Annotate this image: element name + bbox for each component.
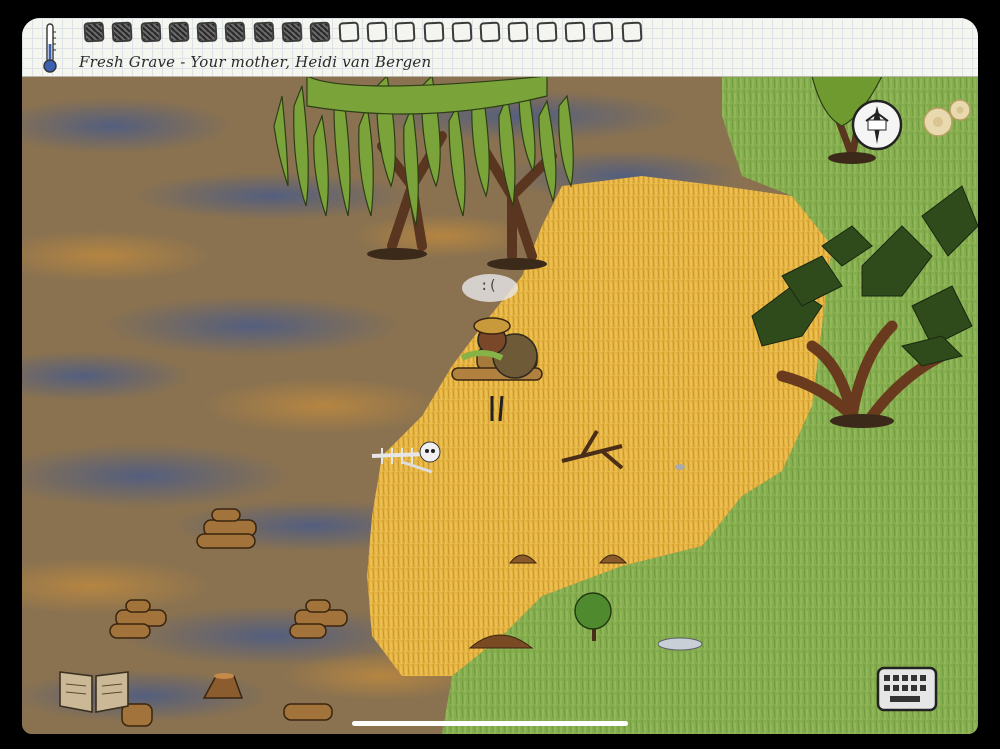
device-frame: Fresh Grave - Your mother, Heidi van Ber… [0,0,1000,749]
food-pip-empty [536,21,558,43]
food-pip-filled [281,21,303,43]
straw-hat [473,317,511,335]
food-pip-empty [479,21,501,43]
food-pip-filled [111,21,133,43]
food-pip-filled [224,21,246,43]
food-pip-filled [168,21,190,43]
keyboard-icon[interactable] [876,666,938,712]
food-meter [83,21,643,46]
food-pip-empty [394,21,416,43]
thermometer-icon [43,23,57,73]
food-pip-filled [140,21,162,43]
game-screen: Fresh Grave - Your mother, Heidi van Ber… [22,18,978,734]
food-pip-filled [309,21,331,43]
food-pip-empty [338,21,360,43]
home-indicator[interactable] [352,721,628,726]
food-pip-filled [196,21,218,43]
game-world[interactable]: :( [22,76,978,734]
emote-text: :( [480,278,497,294]
food-pip-empty [564,21,586,43]
food-pip-empty [451,21,473,43]
gear-icon[interactable] [918,94,974,140]
food-pip-empty [621,21,643,43]
top-hud: Fresh Grave - Your mother, Heidi van Ber… [22,18,978,77]
status-message: Fresh Grave - Your mother, Heidi van Ber… [79,53,432,71]
flat-rock [657,637,703,651]
food-pip-empty [507,21,529,43]
home-compass-icon[interactable] [850,98,904,152]
food-pip-empty [366,21,388,43]
food-pip-empty [592,21,614,43]
food-pip-filled [83,21,105,43]
food-pip-filled [253,21,275,43]
tech-book-icon[interactable] [56,666,132,716]
small-rock [675,464,685,470]
world-canvas [22,76,978,734]
food-pip-empty [423,21,445,43]
